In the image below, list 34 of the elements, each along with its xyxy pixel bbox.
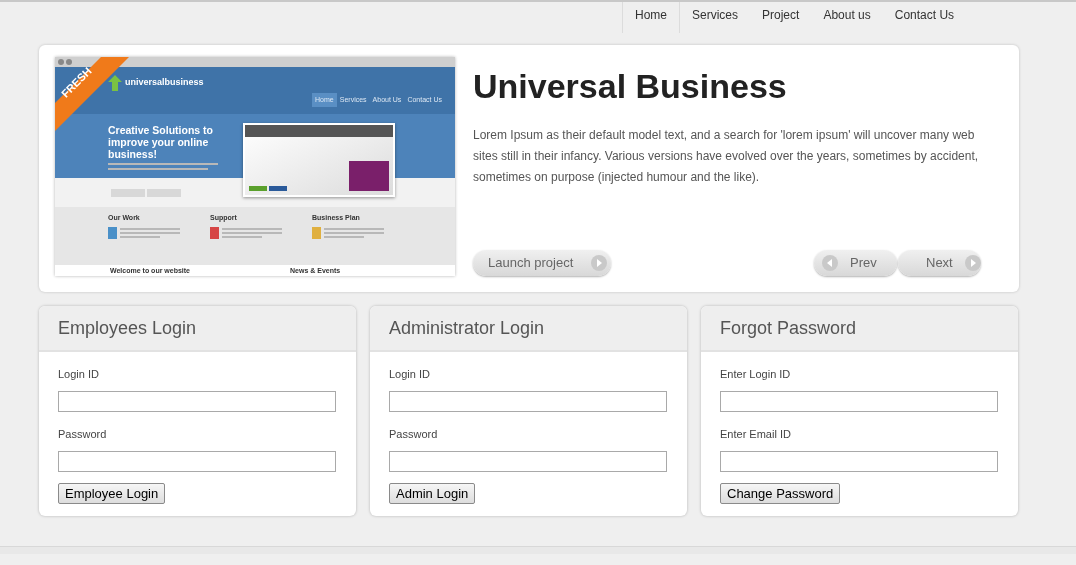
input-field[interactable] — [720, 451, 998, 472]
nav-link[interactable]: Contact Us — [882, 2, 967, 33]
field-label: Enter Login ID — [720, 367, 792, 382]
input-field[interactable] — [720, 391, 998, 412]
field-label: Password — [58, 427, 108, 442]
slider-title: Universal Business — [473, 69, 788, 103]
panel-title: Forgot Password — [720, 316, 857, 340]
submit-button[interactable]: Admin Login — [389, 483, 476, 504]
preview-column-icon — [108, 226, 117, 239]
field-label: Enter Email ID — [720, 427, 792, 442]
panel-title: Administrator Login — [389, 316, 545, 340]
prev-button[interactable]: Prev — [814, 250, 897, 276]
slider-description: Lorem Ipsum as their default model text, and a search for 'lorem ipsum' will uncover many web sites still in their infancy. Various versions have evolved over the years, sometimes by accident, sometimes on purpose (injected humour and the like). — [473, 127, 980, 186]
submit-button[interactable]: Change Password — [720, 483, 841, 504]
field-label: Login ID — [58, 367, 100, 382]
nav-link[interactable]: Project — [750, 2, 812, 33]
nav-link[interactable]: About us — [811, 2, 883, 33]
launch-button[interactable]: Launch project — [473, 250, 611, 276]
preview-logo: universalbusiness — [125, 76, 204, 90]
nav-link[interactable]: Home — [622, 2, 680, 33]
input-field[interactable] — [58, 451, 336, 472]
preview-headline: Creative Solutions to improve your online business! — [108, 124, 214, 160]
preview-column-icon — [312, 226, 321, 239]
nav-link[interactable]: Services — [680, 2, 751, 33]
next-button[interactable]: Next — [898, 250, 981, 276]
input-field[interactable] — [58, 391, 336, 412]
field-label: Password — [389, 427, 439, 442]
input-field[interactable] — [389, 451, 667, 472]
input-field[interactable] — [389, 391, 667, 412]
field-label: Login ID — [389, 367, 431, 382]
preview-column-icon — [210, 226, 219, 239]
house-arrow-icon — [108, 75, 122, 91]
panel-title: Employees Login — [58, 316, 197, 340]
submit-button[interactable]: Employee Login — [58, 483, 166, 504]
